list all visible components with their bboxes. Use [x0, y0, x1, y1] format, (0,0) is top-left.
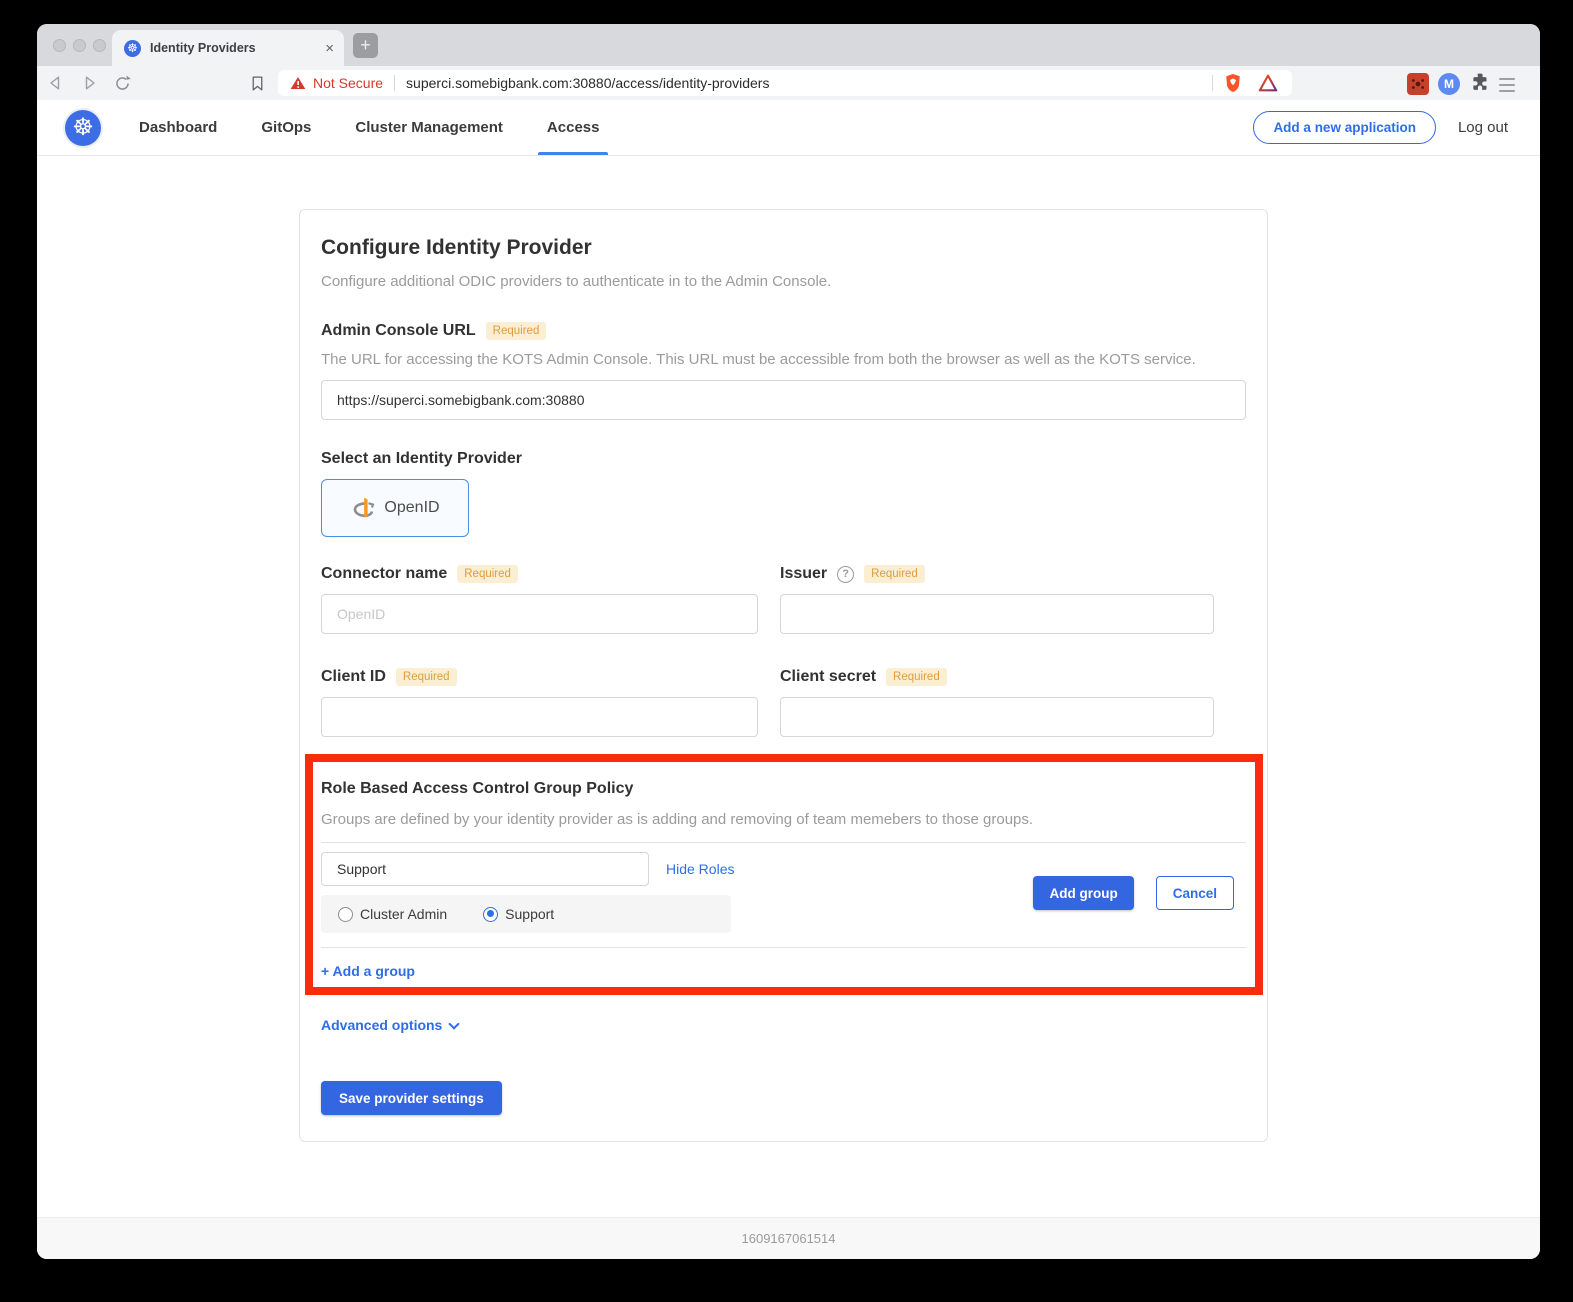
nav-item-gitops[interactable]: GitOps — [261, 100, 311, 155]
role-radio-support[interactable]: Support — [483, 906, 554, 922]
roles-box: Cluster Admin Support — [321, 895, 731, 933]
tab-close-icon[interactable]: × — [325, 41, 334, 56]
rbac-title: Role Based Access Control Group Policy — [321, 780, 1246, 798]
extension-icon[interactable] — [1407, 73, 1429, 95]
radio-icon[interactable] — [338, 907, 353, 922]
openid-provider-tile[interactable]: OpenID — [321, 479, 469, 537]
cancel-button[interactable]: Cancel — [1156, 876, 1234, 910]
role-label: Support — [505, 906, 554, 922]
divider — [321, 947, 1246, 948]
browser-menu-icon[interactable] — [1499, 76, 1515, 92]
close-window-button[interactable] — [53, 39, 66, 52]
select-identity-provider-label: Select an Identity Provider — [321, 450, 522, 468]
page-subtitle: Configure additional ODIC providers to a… — [321, 273, 1246, 290]
required-badge: Required — [486, 322, 547, 340]
reload-icon[interactable] — [110, 71, 134, 95]
add-group-button[interactable]: Add group — [1033, 876, 1133, 910]
hide-roles-link[interactable]: Hide Roles — [666, 861, 734, 877]
rbac-section: Role Based Access Control Group Policy G… — [321, 780, 1246, 981]
minimize-window-button[interactable] — [73, 39, 86, 52]
tab-title: Identity Providers — [150, 41, 325, 55]
bookmark-icon[interactable] — [245, 71, 269, 95]
client-id-input[interactable] — [321, 697, 758, 737]
configure-identity-provider-card: Configure Identity Provider Configure ad… — [299, 209, 1268, 1142]
address-bar[interactable]: Not Secure superci.somebigbank.com:30880… — [278, 70, 1292, 96]
footer-bar: 1609167061514 — [37, 1217, 1540, 1259]
nav-item-access[interactable]: Access — [547, 100, 600, 155]
brave-rewards-icon[interactable] — [1258, 74, 1278, 92]
client-secret-label: Client secret — [780, 668, 876, 686]
zoom-window-button[interactable] — [93, 39, 106, 52]
required-badge: Required — [396, 668, 457, 686]
brave-shield-icon[interactable] — [1224, 73, 1242, 93]
tab-strip: ☸ Identity Providers × + — [37, 24, 1540, 66]
add-a-group-link[interactable]: + Add a group — [321, 963, 415, 979]
rbac-description: Groups are defined by your identity prov… — [321, 811, 1246, 828]
divider — [1212, 75, 1213, 91]
divider — [394, 75, 395, 91]
extension-toolbar: M — [1407, 71, 1515, 97]
help-question-icon[interactable]: ? — [837, 566, 854, 583]
warning-triangle-icon — [290, 76, 306, 90]
app-navbar: ☸ Dashboard GitOps Cluster Management Ac… — [37, 100, 1540, 156]
footer-timestamp: 1609167061514 — [742, 1231, 836, 1246]
profile-avatar[interactable]: M — [1438, 73, 1460, 95]
admin-console-url-label: Admin Console URL — [321, 322, 476, 340]
logout-link[interactable]: Log out — [1458, 119, 1508, 136]
page-title: Configure Identity Provider — [321, 236, 1246, 260]
nav-item-cluster-management[interactable]: Cluster Management — [355, 100, 503, 155]
browser-tab[interactable]: ☸ Identity Providers × — [112, 30, 344, 66]
advanced-options-link[interactable]: Advanced options — [321, 1017, 442, 1033]
admin-console-url-help: The URL for accessing the KOTS Admin Con… — [321, 351, 1246, 368]
openid-logo-icon — [350, 495, 376, 521]
add-new-application-button[interactable]: Add a new application — [1253, 111, 1436, 144]
browser-toolbar: Not Secure superci.somebigbank.com:30880… — [37, 66, 1540, 100]
group-name-input[interactable] — [321, 852, 649, 886]
required-badge: Required — [886, 668, 947, 686]
issuer-input[interactable] — [780, 594, 1214, 634]
kubernetes-favicon-icon: ☸ — [124, 40, 141, 57]
role-radio-cluster-admin[interactable]: Cluster Admin — [338, 906, 447, 922]
connector-name-label: Connector name — [321, 565, 447, 583]
role-label: Cluster Admin — [360, 906, 447, 922]
window-controls[interactable] — [53, 39, 106, 52]
client-secret-input[interactable] — [780, 697, 1214, 737]
kubernetes-logo-icon[interactable]: ☸ — [65, 110, 101, 146]
admin-console-url-input[interactable] — [321, 380, 1246, 420]
new-tab-button[interactable]: + — [353, 33, 378, 58]
required-badge: Required — [864, 565, 925, 583]
browser-window: ☸ Identity Providers × + Not Secure supe… — [37, 24, 1540, 1259]
main-content: Configure Identity Provider Configure ad… — [37, 156, 1540, 1217]
extensions-puzzle-icon[interactable] — [1469, 71, 1490, 97]
group-editor-row: Hide Roles Cluster Admin Support A — [321, 852, 1246, 933]
divider — [321, 842, 1246, 843]
chevron-down-icon[interactable] — [449, 1018, 460, 1029]
url-text[interactable]: superci.somebigbank.com:30880/access/ide… — [406, 75, 1201, 91]
client-id-label: Client ID — [321, 668, 386, 686]
nav-menu: Dashboard GitOps Cluster Management Acce… — [139, 100, 599, 155]
security-warning-label: Not Secure — [313, 75, 383, 91]
issuer-label: Issuer — [780, 565, 827, 583]
save-provider-settings-button[interactable]: Save provider settings — [321, 1081, 502, 1115]
connector-name-input[interactable] — [321, 594, 758, 634]
back-icon[interactable] — [44, 71, 68, 95]
required-badge: Required — [457, 565, 518, 583]
forward-icon[interactable] — [77, 71, 101, 95]
openid-provider-name: OpenID — [384, 499, 439, 517]
radio-icon[interactable] — [483, 907, 498, 922]
nav-item-dashboard[interactable]: Dashboard — [139, 100, 217, 155]
